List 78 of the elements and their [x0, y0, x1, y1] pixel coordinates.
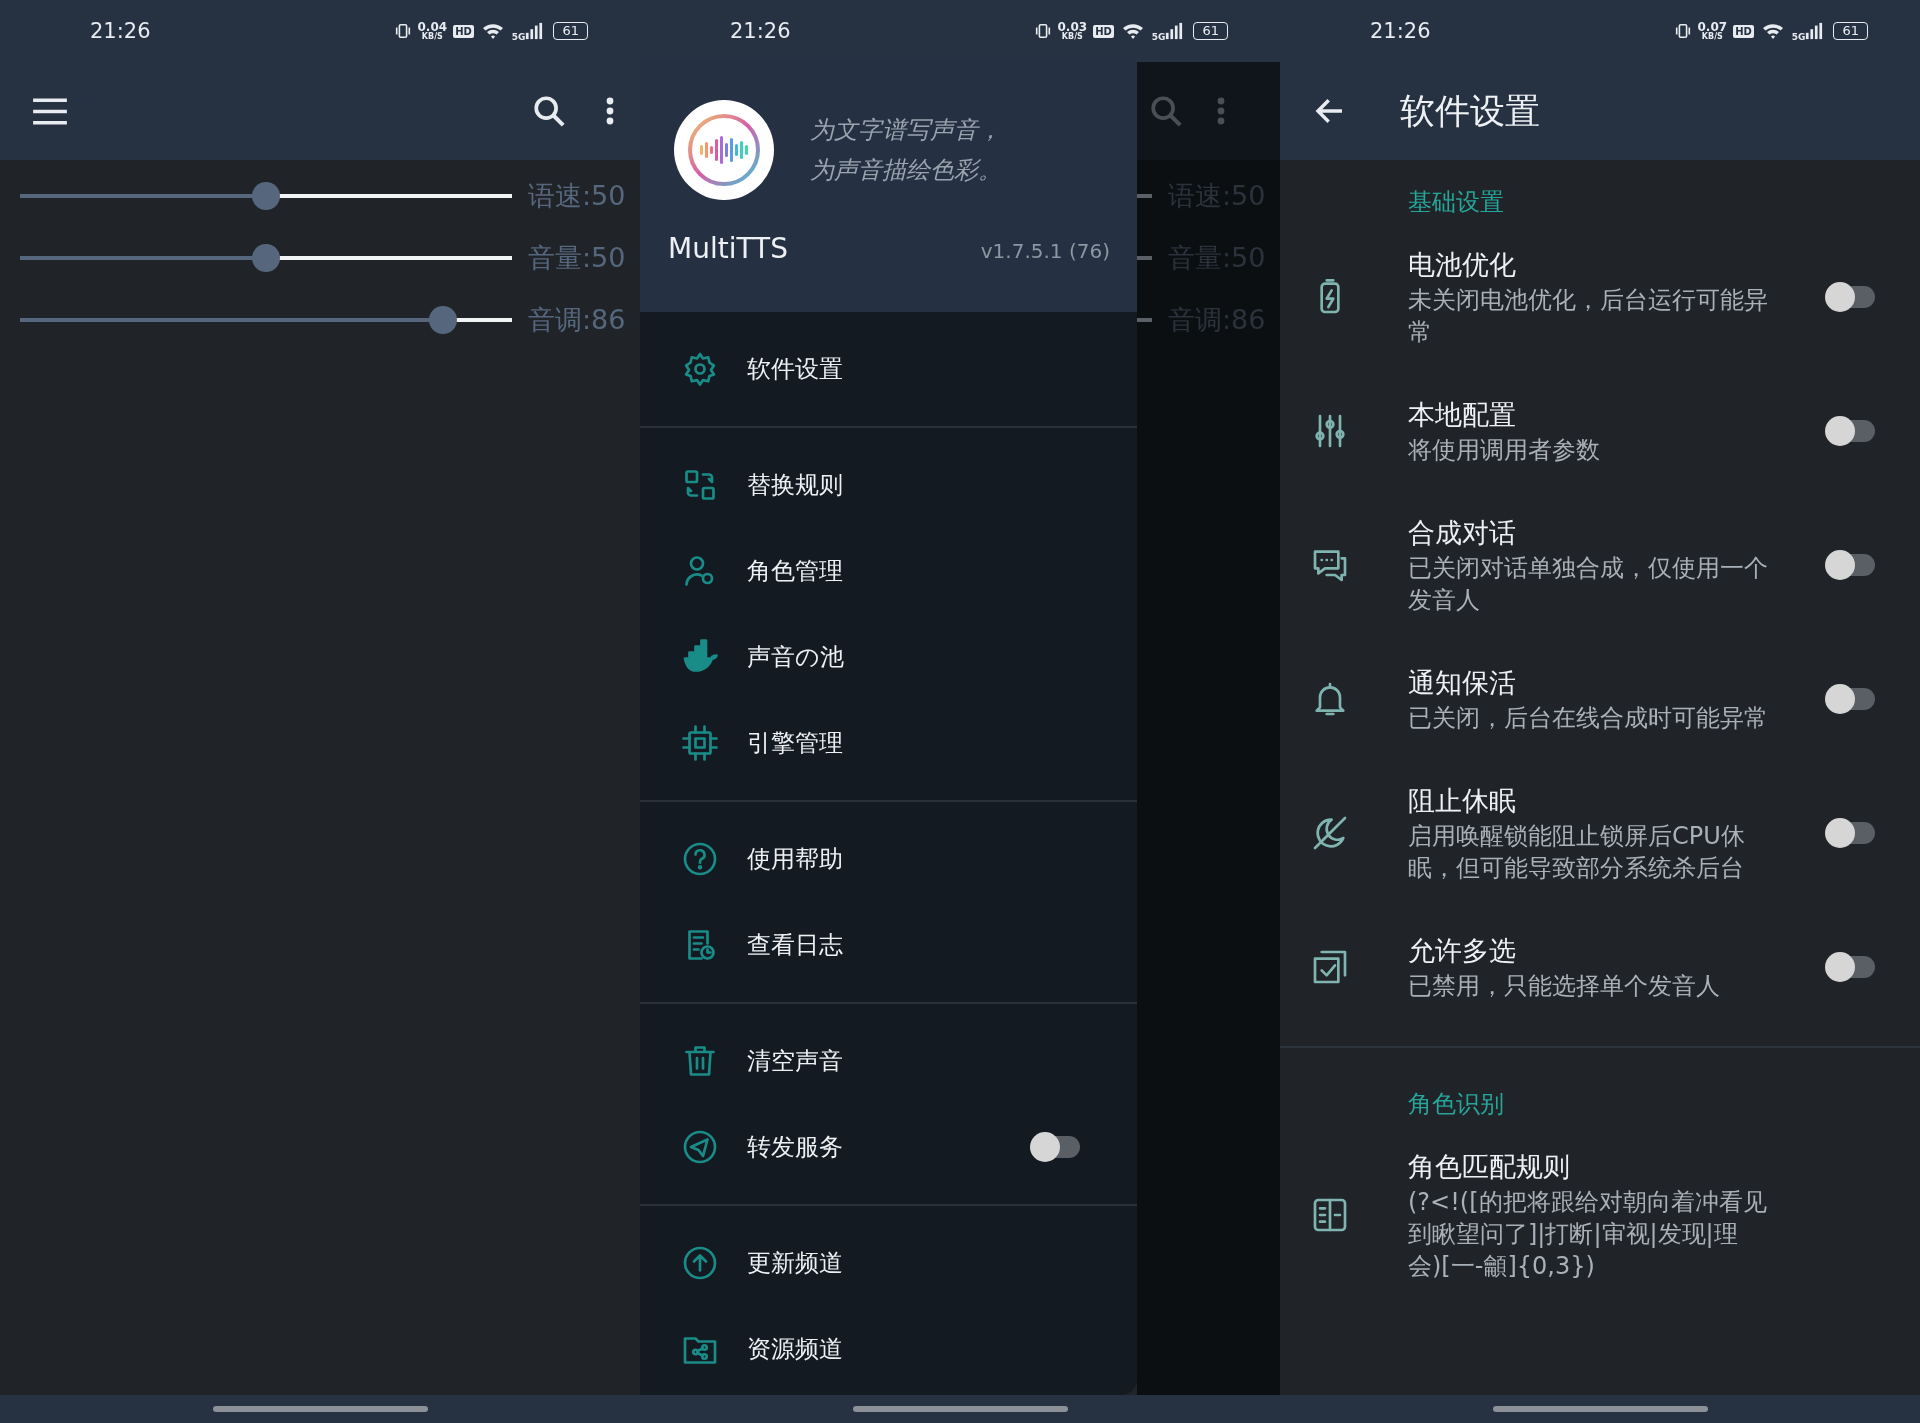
help-icon: [682, 841, 718, 877]
setting-description: 将使用调用者参数: [1408, 435, 1601, 466]
swap-icon: [682, 467, 718, 503]
vibrate-icon: [393, 22, 412, 40]
section-header: 基础设置: [1408, 187, 1505, 218]
menu-item[interactable]: 角色管理: [747, 555, 843, 587]
toggle-switch[interactable]: [1825, 282, 1875, 312]
vibrate-icon: [1033, 22, 1052, 40]
app-version: v1.7.5.1 (76): [980, 239, 1110, 263]
tagline: 为文字谱写声音，: [810, 115, 1002, 146]
network-speed: 0.07: [1697, 21, 1728, 33]
setting-description: 已关闭对话单独合成，仅使用一个发音人: [1408, 553, 1768, 616]
status-time: 21:26: [1370, 19, 1432, 43]
toggle-switch[interactable]: [1825, 684, 1875, 714]
status-time: 21:26: [730, 19, 792, 43]
setting-title: 本地配置: [1408, 398, 1517, 432]
menu-item[interactable]: 查看日志: [747, 929, 843, 961]
screen-title: 软件设置: [1400, 89, 1540, 133]
more-icon: [1217, 96, 1225, 126]
hd-badge: HD: [1093, 24, 1114, 38]
toggle-switch[interactable]: [1825, 952, 1875, 982]
toggle-switch[interactable]: [1825, 550, 1875, 580]
speed-unit: KB/S: [1061, 33, 1083, 41]
vibrate-icon: [1673, 22, 1692, 40]
signal-icon: [525, 21, 544, 41]
slider-label: 音量:50: [528, 241, 626, 275]
section-header: 角色识别: [1408, 1089, 1505, 1120]
search-icon: [1149, 94, 1183, 128]
app-name: MultiTTS: [668, 232, 788, 265]
signal-icon: [1165, 21, 1184, 41]
hd-badge: HD: [453, 24, 474, 38]
trash-icon: [682, 1043, 718, 1079]
slider-label: 音调:86: [528, 303, 626, 337]
setting-description: (?<!([的把将跟给对朝向着冲看见到瞅望问了]|打断|审视|发现|理会)[一-龥]{0,3}): [1408, 1187, 1768, 1282]
setting-description: 未关闭电池优化，后台运行可能异常: [1408, 285, 1768, 348]
toggle-switch[interactable]: [1825, 818, 1875, 848]
setting-description: 已禁用，只能选择单个发音人: [1408, 971, 1721, 1002]
setting-title: 角色匹配规则: [1408, 1150, 1571, 1184]
menu-item[interactable]: 更新频道: [747, 1247, 843, 1279]
toggle-switch[interactable]: [1825, 416, 1875, 446]
status-time: 21:26: [90, 19, 152, 43]
setting-title: 合成对话: [1408, 516, 1517, 550]
setting-title: 允许多选: [1408, 934, 1517, 968]
slider-label: 语速:50: [528, 179, 626, 213]
battery-level: 61: [1833, 22, 1868, 40]
menu-item[interactable]: 转发服务: [747, 1131, 843, 1163]
hd-badge: HD: [1733, 24, 1754, 38]
network-type: 5G: [511, 32, 526, 42]
setting-description: 启用唤醒锁能阻止锁屏后CPU休眠，但可能导致部分系统杀后台: [1408, 821, 1746, 884]
speed-unit: KB/S: [1701, 33, 1723, 41]
menu-item[interactable]: 资源频道: [747, 1333, 843, 1365]
setting-title: 电池优化: [1408, 248, 1517, 282]
tagline: 为声音描绘色彩。: [810, 155, 1002, 186]
settings-icon: [682, 351, 718, 387]
network-speed: 0.04: [417, 21, 448, 33]
setting-title: 通知保活: [1408, 666, 1517, 700]
menu-icon[interactable]: [32, 97, 68, 125]
menu-item[interactable]: 声音の池: [747, 641, 844, 673]
network-type: 5G: [1791, 32, 1806, 42]
menu-item[interactable]: 引擎管理: [747, 727, 843, 759]
speed-unit: KB/S: [421, 33, 443, 41]
signal-icon: [1805, 21, 1824, 41]
menu-item[interactable]: 清空声音: [747, 1045, 843, 1077]
battery-level: 61: [553, 22, 588, 40]
menu-item[interactable]: 替换规则: [747, 469, 843, 501]
search-icon[interactable]: [532, 94, 566, 128]
paper-plane-icon: [682, 1129, 718, 1165]
upload-icon: [682, 1245, 718, 1281]
menu-item[interactable]: 软件设置: [747, 353, 843, 385]
setting-title: 阻止休眠: [1408, 784, 1517, 818]
battery-level: 61: [1193, 22, 1228, 40]
toggle-switch[interactable]: [1030, 1132, 1080, 1162]
chip-icon: [682, 725, 718, 761]
network-speed: 0.03: [1057, 21, 1088, 33]
more-icon[interactable]: [606, 96, 614, 126]
menu-item[interactable]: 使用帮助: [747, 843, 843, 875]
network-type: 5G: [1151, 32, 1166, 42]
setting-description: 已关闭，后台在线合成时可能异常: [1408, 703, 1768, 734]
